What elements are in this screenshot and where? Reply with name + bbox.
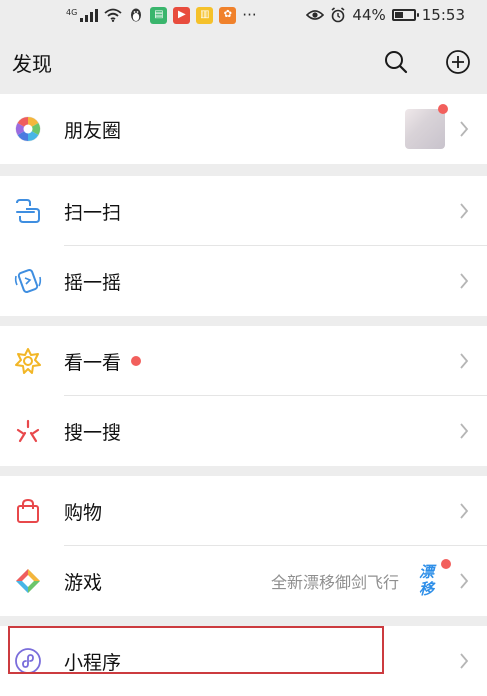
moments-thumbnail [405,104,448,149]
chevron-right-icon [460,423,469,439]
chevron-right-icon [460,273,469,289]
signal-bar [95,8,99,22]
page-title: 发现 [12,51,52,76]
signal-bar [85,14,89,22]
scan-row[interactable]: 扫一扫 [0,176,487,246]
mini-program-icon [15,648,41,674]
add-icon[interactable] [445,49,471,75]
section-mini-programs: 小程序 [0,626,487,696]
network-type: 4G [66,7,78,17]
search-row[interactable]: 搜一搜 [0,396,487,466]
look-red-dot [131,356,142,366]
signal-bar [90,11,94,22]
signal-strength-icon: 4G [66,7,99,22]
more-notifications: ··· [242,6,257,24]
section-look-search: 看一看 搜一搜 [0,326,487,466]
battery-icon [391,9,419,21]
games-logo-line2: 移 [418,580,435,598]
status-right: 44% 15:53 [306,6,465,24]
look-row[interactable]: 看一看 [0,326,487,396]
status-bar: 4G ▤ ▶ ▥ ✿ ··· 44% 15:53 [0,0,487,30]
wifi-icon [104,8,122,22]
look-icon [15,348,41,374]
game-diamond-icon [15,568,41,594]
header-actions [383,49,471,75]
battery-level [394,12,403,18]
chevron-right-icon [460,573,469,589]
battery-percent: 44% [352,6,386,24]
games-red-dot [441,559,451,569]
games-label: 游戏 [64,571,103,594]
shop-app-icon: ✿ [219,6,237,24]
chevron-right-icon [460,503,469,519]
section-scan-shake: 扫一扫 摇一摇 [0,176,487,316]
games-row[interactable]: 游戏 全新漂移御剑飞行 漂 移 [0,546,487,616]
status-left: 4G ▤ ▶ ▥ ✿ ··· [66,6,257,24]
clock: 15:53 [421,6,465,24]
eye-comfort-icon [306,10,325,20]
moments-label: 朋友圈 [64,119,122,142]
section-shop-games: 购物 游戏 全新漂移御剑飞行 漂 移 [0,476,487,616]
chevron-right-icon [460,653,469,669]
shake-label: 摇一摇 [64,271,122,294]
alarm-icon [331,7,345,23]
shopping-label: 购物 [64,501,103,524]
mini-programs-label: 小程序 [64,651,122,674]
aperture-icon [15,116,41,142]
search-icon[interactable] [383,49,409,75]
news-app-icon: ▥ [196,6,214,24]
shake-row[interactable]: 摇一摇 [0,246,487,316]
chevron-right-icon [460,121,469,137]
chevron-right-icon [460,353,469,369]
penguin-icon [131,8,142,22]
shake-phone-icon [14,269,42,293]
games-promo-logo: 漂 移 [409,559,451,601]
moments-row[interactable]: 朋友圈 [0,94,487,164]
search-feature-icon [16,419,40,443]
signal-bar [80,17,84,22]
look-label: 看一看 [64,351,122,374]
mini-programs-row[interactable]: 小程序 [0,626,487,696]
discover-header: 发现 [0,30,487,94]
chevron-right-icon [460,203,469,219]
chat-app-icon: ▤ [150,6,168,24]
games-promo-text: 全新漂移御剑飞行 [270,573,399,592]
shopping-row[interactable]: 购物 [0,476,487,546]
section-moments: 朋友圈 [0,94,487,164]
shopping-bag-icon [17,498,39,523]
scan-label: 扫一扫 [64,201,122,224]
moments-red-dot [438,104,448,114]
search-label: 搜一搜 [64,421,122,444]
games-logo-line1: 漂 [418,563,435,581]
scan-icon [16,199,40,223]
video-app-icon: ▶ [173,6,191,24]
